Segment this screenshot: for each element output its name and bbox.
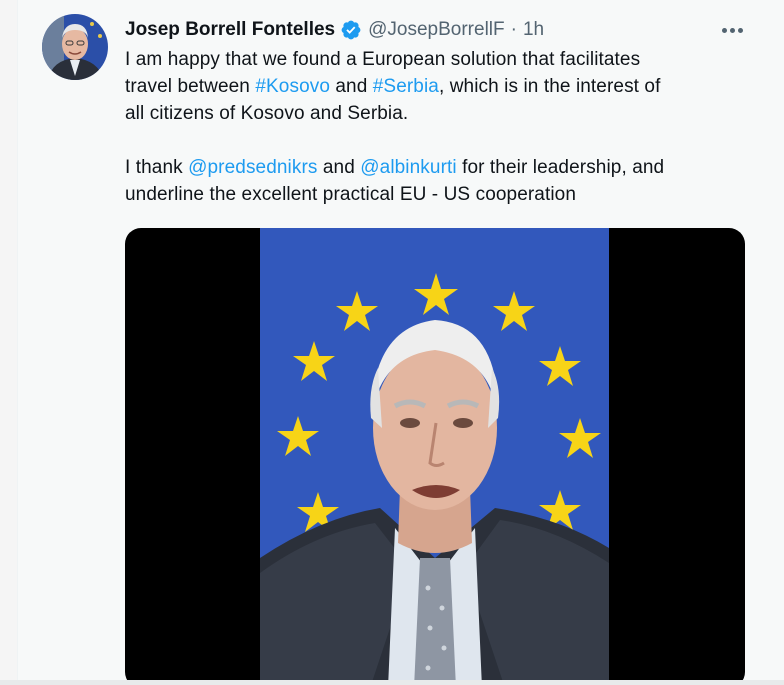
text-segment: I am happy that we found a European solu… [125, 49, 641, 70]
tweet-text-line: travel between #Kosovo and #Serbia, whic… [125, 73, 755, 100]
text-segment: and [317, 157, 361, 178]
text-segment: I thank [125, 157, 189, 178]
author-avatar[interactable] [42, 14, 108, 80]
page-left-gutter [0, 0, 17, 685]
header-separator: · [510, 19, 517, 40]
text-segment: underline the excellent practical EU - U… [125, 184, 576, 205]
text-segment: for their leadership, and [456, 157, 665, 178]
more-horizontal-icon[interactable] [717, 16, 747, 44]
more-dot [729, 27, 735, 33]
hashtag-serbia-link[interactable]: #Serbia [373, 76, 439, 97]
avatar-photo [42, 14, 108, 80]
video-still-image [260, 228, 609, 685]
tweet-text-line: I am happy that we found a European solu… [125, 46, 755, 73]
more-dot [737, 27, 743, 33]
tweet-text-line: all citizens of Kosovo and Serbia. [125, 100, 755, 127]
text-segment: all citizens of Kosovo and Serbia. [125, 103, 409, 124]
video-frame [260, 228, 609, 685]
video-player[interactable] [125, 228, 745, 685]
hashtag-kosovo-link[interactable]: #Kosovo [255, 76, 330, 97]
tweet-header: Josep Borrell Fontelles @JosepBorrellF ·… [125, 17, 544, 43]
bottom-divider [0, 680, 784, 685]
author-handle[interactable]: @JosepBorrellF [368, 19, 505, 41]
text-segment: travel between [125, 76, 256, 97]
tweet-timestamp[interactable]: 1h [523, 19, 544, 41]
text-segment: , which is in the interest of [438, 76, 661, 97]
tweet-text: I am happy that we found a European solu… [125, 46, 755, 208]
mention-predsednikrs-link[interactable]: @predsednikrs [188, 157, 317, 178]
mention-albinkurti-link[interactable]: @albinkurti [360, 157, 456, 178]
author-display-name[interactable]: Josep Borrell Fontelles [125, 19, 335, 41]
tweet-text-line: underline the excellent practical EU - U… [125, 181, 755, 208]
verified-badge-icon [340, 19, 362, 41]
text-segment: and [330, 76, 373, 97]
tweet-text-line: I thank @predsednikrs and @albinkurti fo… [125, 154, 755, 181]
more-dot [721, 27, 727, 33]
